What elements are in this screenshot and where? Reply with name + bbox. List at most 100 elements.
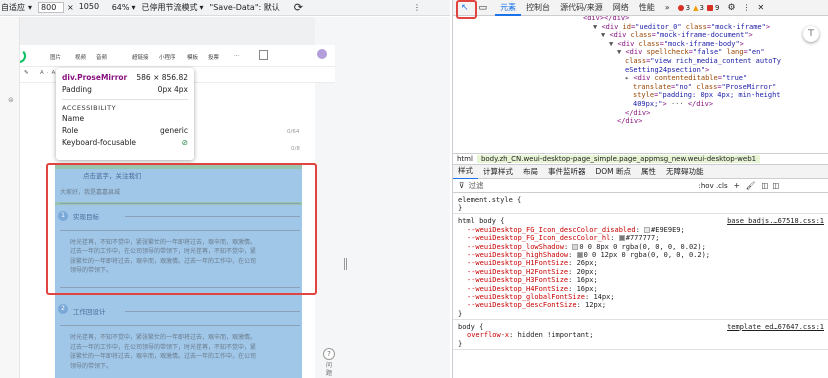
- tooltip-padding-value: 0px 4px: [157, 85, 188, 94]
- hov-cls-toggle[interactable]: :hov .cls: [699, 182, 728, 190]
- rule-divider: [453, 318, 828, 320]
- more-options-icon[interactable]: ⋮: [413, 3, 421, 12]
- add-rule-icon[interactable]: +: [734, 181, 740, 190]
- dom-node-line[interactable]: </div>: [625, 109, 650, 118]
- help-label: 问题: [326, 362, 333, 377]
- warning-count: 3: [699, 3, 704, 12]
- issue-badge[interactable]: 9: [707, 4, 719, 12]
- warning-badge[interactable]: ▲ 3: [693, 4, 704, 12]
- zoom-caret-icon: ▾: [131, 3, 136, 12]
- dom-node-line[interactable]: </div>: [617, 117, 642, 126]
- collapse-handle[interactable]: [344, 258, 347, 270]
- width-input[interactable]: 800: [38, 2, 65, 13]
- color-format-icon[interactable]: 🖌: [746, 181, 756, 190]
- dom-node-line[interactable]: style="padding: 0px 4px; min-height: [633, 91, 781, 100]
- help-icon[interactable]: ?: [323, 348, 335, 360]
- toolbar-doc-icon[interactable]: [259, 50, 268, 60]
- tooltip-name-label: Name: [62, 114, 85, 123]
- dom-node-line[interactable]: <div></div>: [583, 16, 629, 23]
- pin-icon[interactable]: ⊤: [803, 26, 819, 42]
- subtab-styles[interactable]: 样式: [453, 164, 478, 180]
- subtab-accessibility[interactable]: 无障碍功能: [661, 165, 709, 179]
- toolbar-vote[interactable]: 投票: [208, 53, 219, 61]
- tab-sources[interactable]: 源代码/来源: [555, 0, 608, 16]
- rule-selector: element.style {: [458, 196, 522, 204]
- css-property[interactable]: --weuiDesktop_globalFontSize: 14px;: [467, 293, 615, 301]
- settings-gear-icon[interactable]: ⚙: [727, 3, 735, 13]
- dom-node-line[interactable]: ▼ <div class="mock-iframe-body">: [609, 40, 744, 49]
- toolbar-more[interactable]: ···: [234, 53, 239, 59]
- filter-input[interactable]: 过滤: [469, 180, 699, 191]
- rule-selector: body {: [458, 322, 484, 331]
- device-toggle-icon[interactable]: ▭: [479, 3, 488, 13]
- toggle-sidebar-icon[interactable]: ◫: [761, 181, 768, 190]
- rule-close: }: [458, 204, 463, 213]
- dom-node-line[interactable]: ▼ <div class="mock-iframe-document">: [601, 31, 753, 40]
- kebab-icon[interactable]: ⋮: [743, 3, 751, 12]
- tab-console[interactable]: 控制台: [521, 0, 555, 16]
- css-property[interactable]: --weuiDesktop_FG_Icon_descColor_disabled…: [467, 226, 685, 234]
- dom-node-line[interactable]: ▼ <div spellcheck="false" lang="en": [617, 48, 765, 57]
- dom-node-line[interactable]: ▼ <div id="ueditor_0" class="mock-iframe…: [593, 23, 770, 32]
- css-property[interactable]: --weuiDesktop_highShadow: 0 0 12px 0 rgb…: [467, 251, 710, 259]
- subtab-properties[interactable]: 属性: [636, 165, 661, 179]
- subtab-dom-breakpoints[interactable]: DOM 断点: [591, 165, 637, 179]
- toolbar-template[interactable]: 模板: [187, 53, 198, 61]
- dom-node-line[interactable]: class="view rich_media_content autoTy: [625, 57, 781, 66]
- error-badge[interactable]: 3: [677, 4, 690, 12]
- settings-icon[interactable]: ⊜: [8, 96, 14, 104]
- section-title-2: 工作回设计: [73, 308, 106, 316]
- styles-pane[interactable]: element.style {} html body {base_badjs.…6…: [453, 193, 828, 378]
- subtab-computed[interactable]: 计算样式: [478, 165, 518, 179]
- crumb-body[interactable]: body.zh_CN.weui-desktop-page_simple.page…: [476, 155, 761, 163]
- rotate-icon[interactable]: ⟳: [294, 1, 303, 14]
- dom-node-line[interactable]: translate="no" class="ProseMirror": [633, 83, 776, 92]
- avatar[interactable]: [316, 48, 328, 60]
- tab-more[interactable]: »: [660, 0, 675, 16]
- height-input[interactable]: 1050: [77, 2, 103, 13]
- css-property[interactable]: --weuiDesktop_FG_Icon_descColor_hl: #777…: [467, 234, 659, 242]
- toolbar-video[interactable]: 视频: [75, 53, 86, 61]
- css-property[interactable]: --weuiDesktop_H2FontSize: 20px;: [467, 268, 598, 276]
- css-property[interactable]: --weuiDesktop_H4FontSize: 16px;: [467, 285, 598, 293]
- color-swatch[interactable]: [644, 226, 651, 233]
- subtab-layout[interactable]: 布局: [518, 165, 543, 179]
- close-devtools-icon[interactable]: ✕: [758, 3, 765, 12]
- dom-node-line[interactable]: eSetting24psection">: [625, 66, 709, 75]
- toolbar-miniprogram[interactable]: 小程序: [159, 53, 176, 61]
- annotation-box-editor: [46, 163, 317, 295]
- rule-source-link[interactable]: base_badjs.…67518.css:1: [727, 217, 824, 225]
- elements-tree[interactable]: <div></div> ▼ <div id="ueditor_0" class="…: [453, 16, 828, 153]
- devtools-tabbar: ↖ ▭ 元素 控制台 源代码/来源 网络 性能 » 3 ▲ 3 9 ⚙ ⋮ ✕: [453, 0, 828, 16]
- left-gutter: ⊜: [0, 17, 20, 378]
- toolbar-link[interactable]: 超链接: [132, 53, 149, 61]
- dom-node-line[interactable]: 409px;"> ··· </div>: [633, 100, 713, 109]
- crumb-html[interactable]: html: [453, 155, 477, 163]
- tab-performance[interactable]: 性能: [634, 0, 660, 16]
- color-swatch[interactable]: [572, 243, 579, 250]
- color-swatch[interactable]: [618, 235, 625, 242]
- toolbar-image[interactable]: 图片: [50, 53, 61, 61]
- paragraph-2-line-3: 张繁忙的一年即将过去，艰辛而，艰激情。过去一年的工作中，在公司: [70, 353, 257, 360]
- tab-network[interactable]: 网络: [608, 0, 634, 16]
- toolbar-audio[interactable]: 音频: [96, 53, 107, 61]
- css-property[interactable]: overflow-x: hidden !important;: [467, 331, 593, 339]
- dom-node-line[interactable]: ▸ <div contenteditable="true": [625, 74, 747, 83]
- css-property[interactable]: --weuiDesktop_descFontSize: 12px;: [467, 301, 606, 309]
- editor-toolbar-insert: 图片 视频 音频 超链接 小程序 模板 投票 ···: [0, 45, 335, 67]
- format-brush-icon[interactable]: ✎: [24, 70, 29, 76]
- save-data-dropdown[interactable]: "Save-Data": 默认: [210, 2, 280, 13]
- throttle-dropdown[interactable]: 已停用节流模式: [142, 2, 198, 13]
- color-swatch[interactable]: [576, 252, 583, 258]
- css-property[interactable]: --weuiDesktop_H3FontSize: 16px;: [467, 276, 598, 284]
- responsive-dropdown[interactable]: 自适应: [1, 2, 25, 13]
- tab-elements[interactable]: 元素: [495, 0, 522, 16]
- zoom-dropdown[interactable]: 64%: [112, 3, 130, 12]
- computed-toggle-icon[interactable]: ◫: [773, 181, 780, 190]
- issue-icon: [707, 4, 713, 11]
- subtab-listeners[interactable]: 事件监听器: [543, 165, 591, 179]
- css-property[interactable]: --weuiDesktop_H1FontSize: 26px;: [467, 259, 598, 267]
- rule-source-link[interactable]: template_ed…67647.css:1: [727, 323, 824, 331]
- device-toolbar: 自适应 ▾ 800 × 1050 64% ▾ 已停用节流模式 ▾ "Save-D…: [0, 0, 450, 16]
- css-property[interactable]: --weuiDesktop_lowShadow: 0 0 8px 0 rgba(…: [467, 243, 706, 251]
